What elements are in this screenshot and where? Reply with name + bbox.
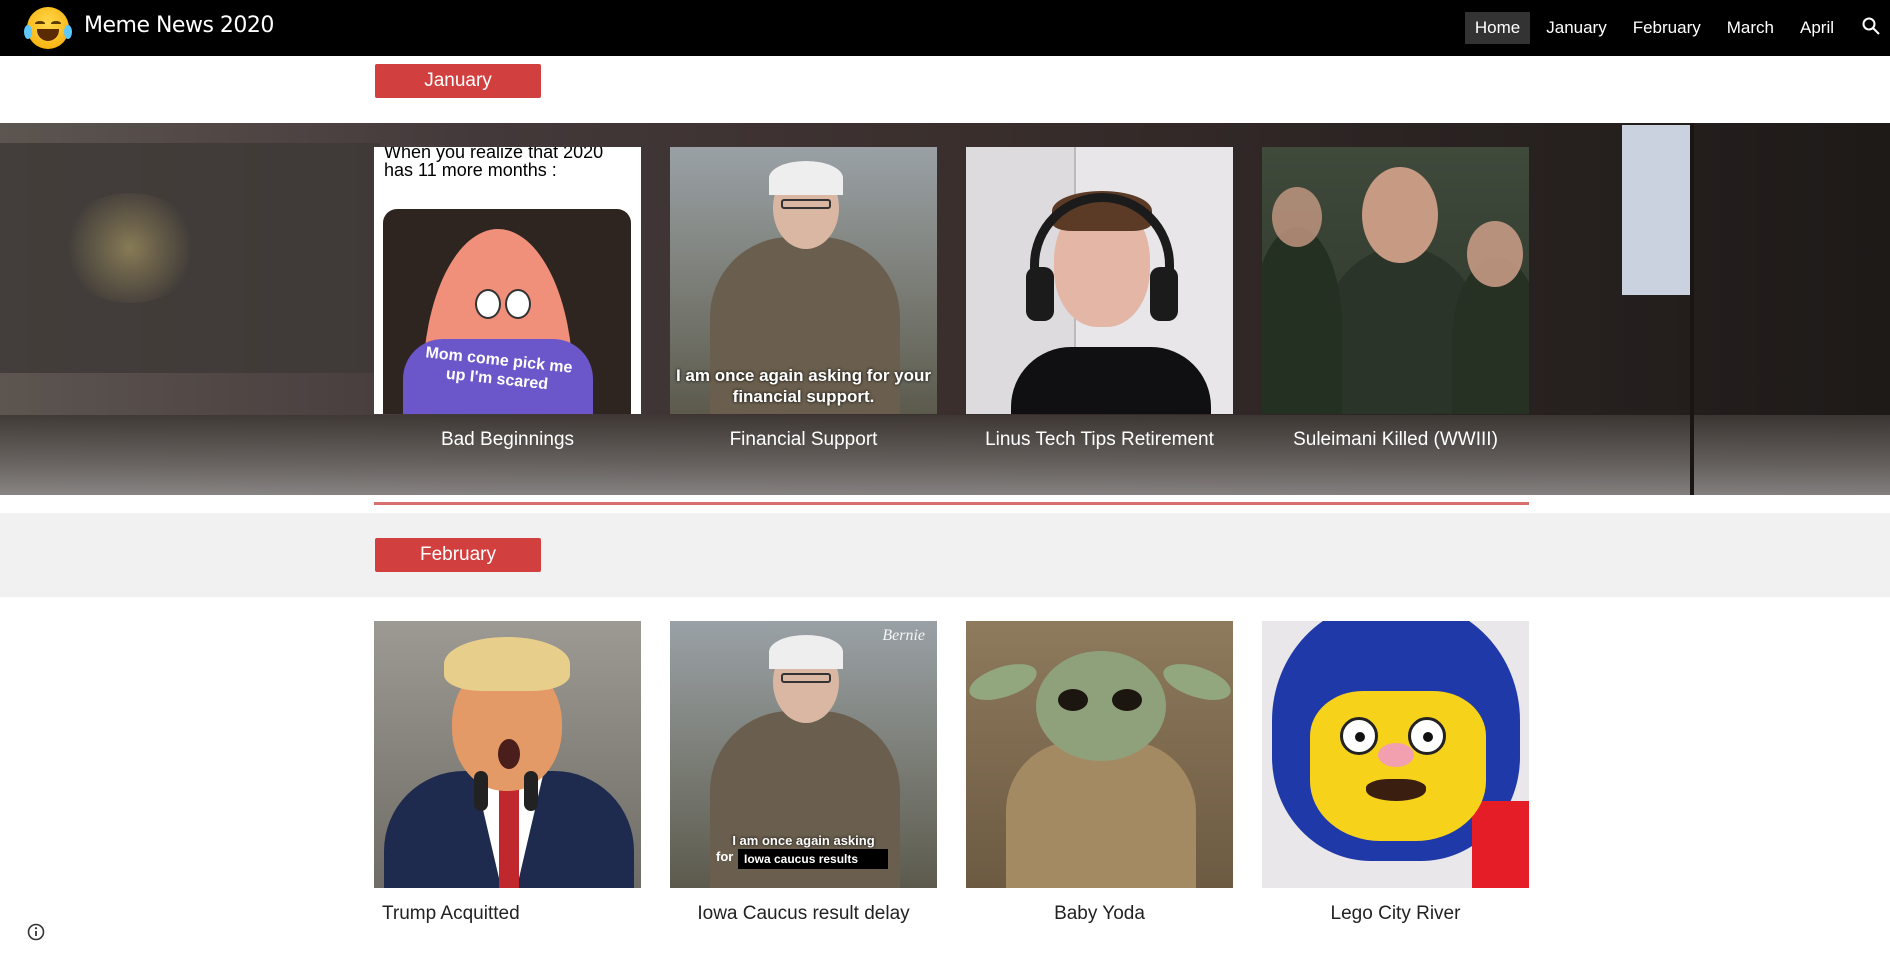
january-background-band bbox=[0, 123, 1890, 495]
bernie-brand-text: Bernie bbox=[882, 627, 925, 644]
search-icon[interactable] bbox=[1862, 17, 1880, 35]
laughing-crying-emoji-icon[interactable] bbox=[24, 7, 72, 49]
card-caption[interactable]: Baby Yoda bbox=[966, 903, 1233, 925]
site-title[interactable]: Meme News 2020 bbox=[84, 13, 274, 38]
nav-april[interactable]: April bbox=[1790, 12, 1844, 44]
main-nav: Home January February March April bbox=[1464, 12, 1844, 44]
card-caption[interactable]: Trump Acquitted bbox=[374, 903, 641, 925]
card-image[interactable]: When you realize that 2020 has 11 more m… bbox=[374, 147, 641, 414]
card-baby-yoda[interactable]: Baby Yoda bbox=[966, 621, 1233, 931]
meme-text: When you realize that 2020 has 11 more m… bbox=[384, 147, 604, 180]
card-caption[interactable]: Bad Beginnings bbox=[374, 429, 641, 451]
nav-home[interactable]: Home bbox=[1464, 12, 1531, 44]
card-bad-beginnings[interactable]: When you realize that 2020 has 11 more m… bbox=[374, 147, 641, 457]
card-caption[interactable]: Suleimani Killed (WWIII) bbox=[1262, 429, 1529, 451]
card-image[interactable]: I am once again asking for your financia… bbox=[670, 147, 937, 414]
card-caption[interactable]: Iowa Caucus result delay bbox=[670, 903, 937, 925]
card-caption[interactable]: Financial Support bbox=[670, 429, 937, 451]
january-section-label: January bbox=[375, 64, 541, 98]
meme-text: I am once again asking bbox=[732, 833, 875, 848]
card-caption[interactable]: Linus Tech Tips Retirement bbox=[966, 429, 1233, 451]
card-image[interactable] bbox=[1262, 621, 1529, 888]
card-trump-acquitted[interactable]: Trump Acquitted bbox=[374, 621, 641, 931]
nav-march[interactable]: March bbox=[1717, 12, 1784, 44]
card-image[interactable] bbox=[966, 621, 1233, 888]
card-lego-city-river[interactable]: Lego City River bbox=[1262, 621, 1529, 931]
february-header-band bbox=[0, 513, 1890, 597]
nav-february[interactable]: February bbox=[1623, 12, 1711, 44]
card-suleimani[interactable]: Suleimani Killed (WWIII) bbox=[1262, 147, 1529, 457]
card-financial-support[interactable]: I am once again asking for your financia… bbox=[670, 147, 937, 457]
meme-text-2: for bbox=[716, 849, 734, 864]
card-image[interactable]: Bernie I am once again asking for Iowa c… bbox=[670, 621, 937, 888]
overlay-text: Iowa caucus results bbox=[738, 849, 888, 869]
february-section-label: February bbox=[375, 538, 541, 572]
section-divider bbox=[374, 502, 1529, 505]
card-linus-tech-tips[interactable]: Linus Tech Tips Retirement bbox=[966, 147, 1233, 457]
nav-january[interactable]: January bbox=[1536, 12, 1616, 44]
card-iowa-caucus[interactable]: Bernie I am once again asking for Iowa c… bbox=[670, 621, 937, 931]
top-bar: Meme News 2020 Home January February Mar… bbox=[0, 0, 1890, 56]
card-image[interactable] bbox=[1262, 147, 1529, 414]
meme-text: I am once again asking for your financia… bbox=[675, 366, 932, 406]
info-icon[interactable] bbox=[27, 923, 45, 941]
card-caption[interactable]: Lego City River bbox=[1262, 903, 1529, 925]
card-image[interactable] bbox=[966, 147, 1233, 414]
card-image[interactable] bbox=[374, 621, 641, 888]
